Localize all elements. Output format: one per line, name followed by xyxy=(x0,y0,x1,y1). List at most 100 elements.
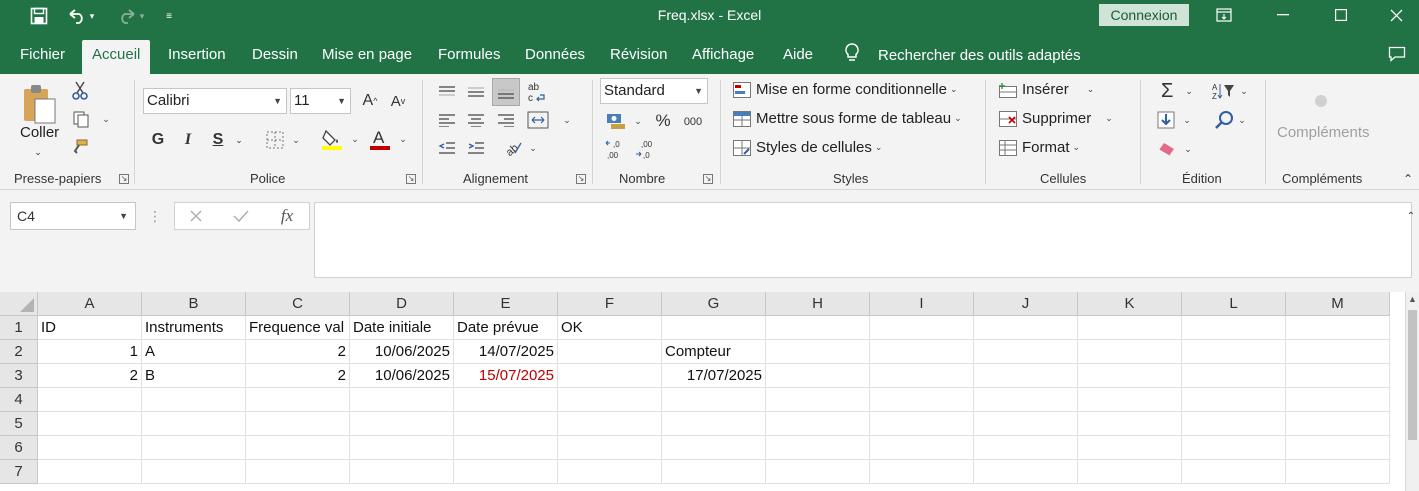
cell-c7[interactable] xyxy=(246,460,350,484)
bold-button[interactable]: G xyxy=(148,128,168,152)
cell-f1[interactable]: OK xyxy=(558,316,662,340)
cell-h6[interactable] xyxy=(766,436,870,460)
cell-h1[interactable] xyxy=(766,316,870,340)
cell-k5[interactable] xyxy=(1078,412,1182,436)
cell-m2[interactable] xyxy=(1286,340,1390,364)
maximize-icon[interactable] xyxy=(1318,0,1364,30)
number-format-combo[interactable]: Standard ▼ xyxy=(600,78,708,104)
cell-d4[interactable] xyxy=(350,388,454,412)
cell-l6[interactable] xyxy=(1182,436,1286,460)
formula-input[interactable] xyxy=(314,202,1412,278)
column-header-b[interactable]: B xyxy=(142,292,246,316)
column-header-m[interactable]: M xyxy=(1286,292,1390,316)
align-top-icon[interactable] xyxy=(436,82,458,102)
cell-j3[interactable] xyxy=(974,364,1078,388)
grow-font-icon[interactable]: A ^ xyxy=(360,90,380,112)
cell-d6[interactable] xyxy=(350,436,454,460)
cell-l2[interactable] xyxy=(1182,340,1286,364)
row-header-3[interactable]: 3 xyxy=(0,364,38,388)
cell-k3[interactable] xyxy=(1078,364,1182,388)
tab-revision[interactable]: Révision xyxy=(600,40,678,74)
cell-b6[interactable] xyxy=(142,436,246,460)
column-header-a[interactable]: A xyxy=(38,292,142,316)
shrink-font-icon[interactable]: Av xyxy=(388,90,408,112)
column-header-c[interactable]: C xyxy=(246,292,350,316)
cell-e6[interactable] xyxy=(454,436,558,460)
tab-accueil[interactable]: Accueil xyxy=(82,40,151,74)
cell-h5[interactable] xyxy=(766,412,870,436)
cell-e7[interactable] xyxy=(454,460,558,484)
cell-a4[interactable] xyxy=(38,388,142,412)
cell-d5[interactable] xyxy=(350,412,454,436)
row-header-6[interactable]: 6 xyxy=(0,436,38,460)
cell-f3[interactable] xyxy=(558,364,662,388)
increase-decimal-icon[interactable]: ,0,00 xyxy=(604,138,628,162)
cell-e3[interactable]: 15/07/2025 xyxy=(454,364,558,388)
conditional-formatting-button[interactable]: Mise en forme conditionnelle ⌄ xyxy=(733,81,957,98)
cell-d7[interactable] xyxy=(350,460,454,484)
borders-icon[interactable]: ⌄ xyxy=(262,128,304,152)
cell-i6[interactable] xyxy=(870,436,974,460)
cell-i5[interactable] xyxy=(870,412,974,436)
select-all-corner[interactable] xyxy=(0,292,38,316)
cell-j2[interactable] xyxy=(974,340,1078,364)
cell-f4[interactable] xyxy=(558,388,662,412)
collapse-ribbon-icon[interactable]: ⌃ xyxy=(1400,172,1416,186)
paste-button-label[interactable]: Coller xyxy=(20,124,59,141)
cell-k2[interactable] xyxy=(1078,340,1182,364)
cell-a7[interactable] xyxy=(38,460,142,484)
align-middle-icon[interactable] xyxy=(465,82,487,102)
cell-b7[interactable] xyxy=(142,460,246,484)
column-header-h[interactable]: H xyxy=(766,292,870,316)
alignment-launcher-icon[interactable]: ↘ xyxy=(576,174,586,184)
cell-f7[interactable] xyxy=(558,460,662,484)
cell-k6[interactable] xyxy=(1078,436,1182,460)
delete-cells-button[interactable]: Supprimer ⌄ xyxy=(999,110,1113,127)
cell-j5[interactable] xyxy=(974,412,1078,436)
cell-e2[interactable]: 14/07/2025 xyxy=(454,340,558,364)
tab-fichier[interactable]: Fichier xyxy=(10,40,75,74)
cell-f5[interactable] xyxy=(558,412,662,436)
cell-b1[interactable]: Instruments xyxy=(142,316,246,340)
cut-icon[interactable] xyxy=(68,80,92,102)
fill-icon[interactable]: ⌄ xyxy=(1154,109,1194,131)
column-header-d[interactable]: D xyxy=(350,292,454,316)
cell-b5[interactable] xyxy=(142,412,246,436)
row-header-5[interactable]: 5 xyxy=(0,412,38,436)
tab-dessin[interactable]: Dessin xyxy=(242,40,308,74)
cell-i4[interactable] xyxy=(870,388,974,412)
cell-a3[interactable]: 2 xyxy=(38,364,142,388)
cell-e5[interactable] xyxy=(454,412,558,436)
tab-aide[interactable]: Aide xyxy=(773,40,823,74)
formula-bar-grip-icon[interactable]: ⋮ xyxy=(148,206,162,226)
font-color-icon[interactable]: A ⌄ xyxy=(366,126,410,152)
font-name-combo[interactable]: Calibri ▼ xyxy=(143,88,287,114)
column-header-f[interactable]: F xyxy=(558,292,662,316)
sort-filter-icon[interactable]: AZ ⌄ xyxy=(1210,80,1250,102)
align-right-icon[interactable] xyxy=(495,110,517,130)
cell-c1[interactable]: Frequence val xyxy=(246,316,350,340)
row-header-4[interactable]: 4 xyxy=(0,388,38,412)
cell-m3[interactable] xyxy=(1286,364,1390,388)
font-size-combo[interactable]: 11 ▼ xyxy=(290,88,351,114)
cell-m4[interactable] xyxy=(1286,388,1390,412)
cell-l5[interactable] xyxy=(1182,412,1286,436)
cell-f2[interactable] xyxy=(558,340,662,364)
insert-function-icon[interactable]: fx xyxy=(275,205,299,227)
tell-me-search[interactable]: Rechercher des outils adaptés xyxy=(844,41,1081,69)
align-center-icon[interactable] xyxy=(465,110,487,130)
decrease-decimal-icon[interactable]: ,00,0 xyxy=(634,138,658,162)
cell-a2[interactable]: 1 xyxy=(38,340,142,364)
number-launcher-icon[interactable]: ↘ xyxy=(703,174,713,184)
cell-j1[interactable] xyxy=(974,316,1078,340)
cell-c2[interactable]: 2 xyxy=(246,340,350,364)
cell-k7[interactable] xyxy=(1078,460,1182,484)
cell-j7[interactable] xyxy=(974,460,1078,484)
cell-g1[interactable] xyxy=(662,316,766,340)
underline-button[interactable]: S xyxy=(208,128,228,152)
cell-i7[interactable] xyxy=(870,460,974,484)
row-header-7[interactable]: 7 xyxy=(0,460,38,484)
copy-icon[interactable]: ⌄ xyxy=(68,108,114,130)
thousands-separator-button[interactable]: 000 xyxy=(680,112,706,132)
cell-c4[interactable] xyxy=(246,388,350,412)
